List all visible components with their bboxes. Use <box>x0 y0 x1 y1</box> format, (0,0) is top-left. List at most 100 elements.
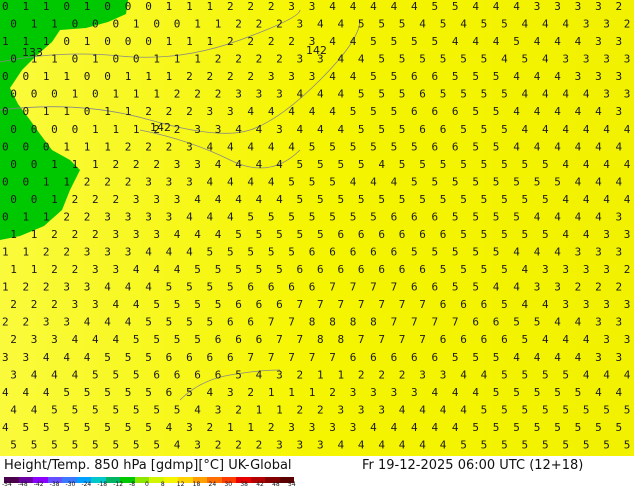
grid-value: 3 <box>23 351 30 364</box>
grid-value: 2 <box>624 18 631 31</box>
grid-value: 5 <box>399 123 406 136</box>
grid-value: 3 <box>603 263 610 276</box>
grid-value: 5 <box>472 140 479 153</box>
grid-value: 5 <box>186 281 193 294</box>
grid-value: 4 <box>522 123 529 136</box>
grid-value: 4 <box>268 105 275 118</box>
grid-value: 5 <box>378 193 385 206</box>
grid-value: 2 <box>43 281 50 294</box>
grid-value: 4 <box>338 18 345 31</box>
grid-value: 2 <box>276 18 283 31</box>
grid-value: 3 <box>583 298 590 311</box>
grid-value: 2 <box>268 0 275 13</box>
grid-value: 5 <box>104 386 111 399</box>
grid-value: 7 <box>391 281 398 294</box>
grid-value: 4 <box>583 193 590 206</box>
grid-value: 3 <box>72 298 79 311</box>
grid-value: 1 <box>288 386 295 399</box>
grid-value: 5 <box>350 211 357 224</box>
grid-value: 5 <box>207 316 214 329</box>
grid-value: 2 <box>575 281 582 294</box>
grid-value: 5 <box>501 158 508 171</box>
grid-value: 1 <box>23 0 30 13</box>
grid-value: 0 <box>63 35 70 48</box>
grid-value: 2 <box>207 70 214 83</box>
grid-value: 5 <box>583 439 590 452</box>
map-model: UK-Global <box>228 458 292 473</box>
grid-value: 5 <box>276 263 283 276</box>
grid-value: 4 <box>595 175 602 188</box>
grid-value: 2 <box>276 53 283 66</box>
grid-value: 1 <box>31 263 38 276</box>
grid-value: 4 <box>268 140 275 153</box>
grid-value: 5 <box>84 421 91 434</box>
grid-value: 6 <box>350 246 357 259</box>
grid-value: 4 <box>534 211 541 224</box>
grid-value: 3 <box>194 439 201 452</box>
grid-value: 2 <box>133 158 140 171</box>
grid-value: 5 <box>419 158 426 171</box>
grid-value: 5 <box>432 0 439 13</box>
grid-value: 4 <box>84 316 91 329</box>
grid-value: 1 <box>51 158 58 171</box>
grid-value: 3 <box>174 158 181 171</box>
grid-value: 5 <box>370 35 377 48</box>
grid-value: 0 <box>145 35 152 48</box>
grid-value: 4 <box>317 18 324 31</box>
grid-value: 4 <box>2 386 9 399</box>
grid-value: 5 <box>440 18 447 31</box>
grid-value: 1 <box>186 35 193 48</box>
grid-value: 5 <box>194 263 201 276</box>
grid-value: 4 <box>583 88 590 101</box>
grid-value: 0 <box>10 53 17 66</box>
grid-value: 5 <box>522 333 529 346</box>
grid-value: 5 <box>247 246 254 259</box>
grid-value: 0 <box>72 53 79 66</box>
grid-value: 1 <box>51 18 58 31</box>
grid-value: 6 <box>460 298 467 311</box>
grid-value: 5 <box>493 70 500 83</box>
grid-value: 4 <box>145 246 152 259</box>
grid-value: 4 <box>513 0 520 13</box>
grid-value: 7 <box>452 316 459 329</box>
grid-value: 5 <box>493 105 500 118</box>
grid-value: 5 <box>501 403 508 416</box>
grid-value: 1 <box>31 18 38 31</box>
grid-value: 0 <box>133 53 140 66</box>
grid-value: 6 <box>460 333 467 346</box>
grid-value: 6 <box>411 211 418 224</box>
grid-value: 6 <box>370 246 377 259</box>
grid-value: 8 <box>370 316 377 329</box>
grid-value: 5 <box>391 35 398 48</box>
grid-value: 0 <box>2 70 9 83</box>
grid-value: 4 <box>583 368 590 381</box>
grid-value: 0 <box>92 18 99 31</box>
grid-value: 5 <box>440 88 447 101</box>
grid-value: 4 <box>215 193 222 206</box>
grid-value: 5 <box>481 18 488 31</box>
grid-value: 5 <box>501 298 508 311</box>
grid-value: 4 <box>534 105 541 118</box>
grid-value: 4 <box>174 228 181 241</box>
grid-value: 5 <box>481 439 488 452</box>
grid-value: 4 <box>378 158 385 171</box>
grid-value: 3 <box>329 421 336 434</box>
map-footer: Height/Temp. 850 hPa [gdmp][°C] UK-Globa… <box>0 456 634 490</box>
grid-value: 5 <box>256 228 263 241</box>
grid-value: 0 <box>125 0 132 13</box>
grid-value: 3 <box>317 439 324 452</box>
grid-value: 5 <box>472 351 479 364</box>
legend-tick-label: -18 <box>97 481 108 488</box>
grid-value: 5 <box>207 281 214 294</box>
grid-value: 4 <box>63 351 70 364</box>
grid-value: 4 <box>194 228 201 241</box>
grid-value: 4 <box>297 123 304 136</box>
grid-value: 6 <box>297 263 304 276</box>
grid-value: 5 <box>481 263 488 276</box>
grid-value: 1 <box>104 140 111 153</box>
grid-value: 5 <box>72 403 79 416</box>
grid-value: 4 <box>534 140 541 153</box>
legend-tick-label: -48 <box>17 481 28 488</box>
grid-value: 5 <box>501 439 508 452</box>
grid-value: 2 <box>174 88 181 101</box>
